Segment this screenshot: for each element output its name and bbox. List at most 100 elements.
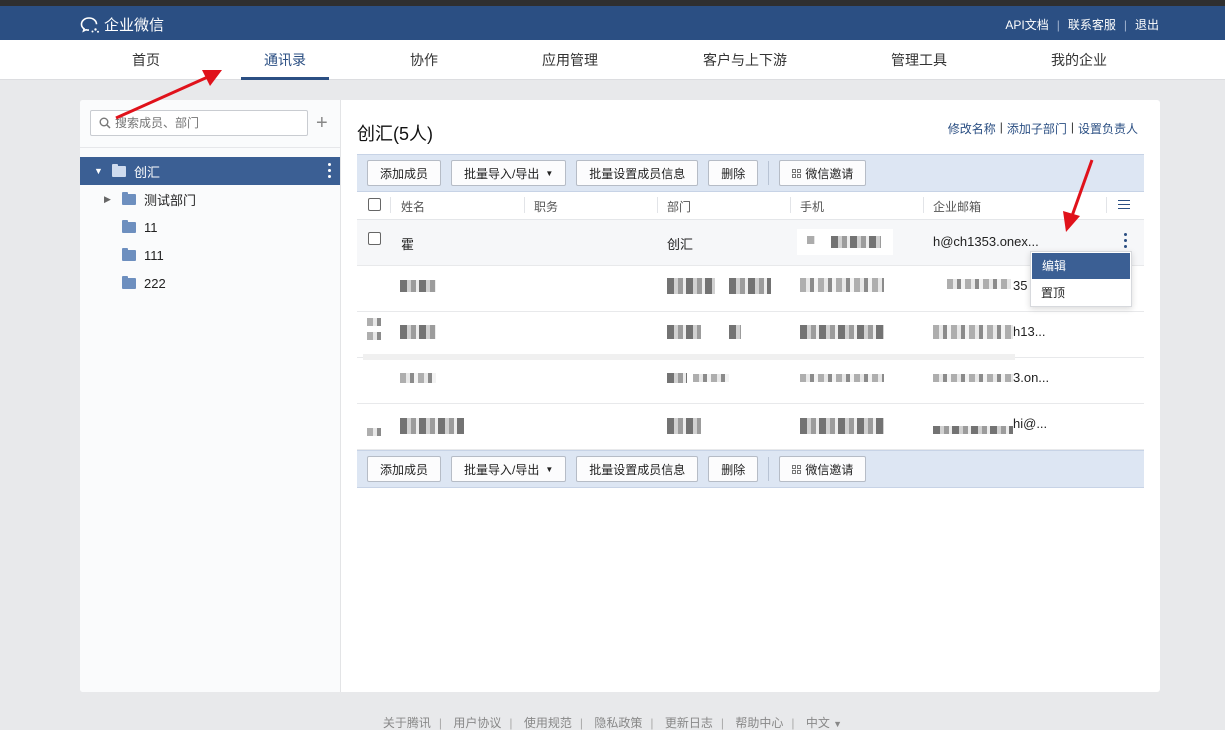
caret-down-icon: ▼ — [545, 168, 554, 178]
wecom-logo-icon — [80, 16, 100, 34]
button-label: 批量导入/导出 — [464, 462, 540, 477]
bulk-import-export-button[interactable]: 批量导入/导出 ▼ — [451, 456, 567, 482]
qr-code-icon — [792, 168, 802, 178]
caret-down-icon[interactable]: ▼ — [94, 166, 106, 176]
more-icon[interactable] — [328, 163, 332, 178]
rename-link[interactable]: 修改名称 — [948, 120, 996, 137]
add-member-button[interactable]: 添加成员 — [367, 456, 442, 482]
folder-icon — [122, 191, 136, 205]
tab-customers[interactable]: 客户与上下游 — [690, 40, 800, 80]
set-manager-link[interactable]: 设置负责人 — [1078, 120, 1138, 137]
table-row[interactable]: hi@... — [357, 404, 1144, 450]
column-divider — [790, 197, 791, 213]
footer-link-user-agreement[interactable]: 用户协议 — [453, 716, 501, 730]
column-header-email[interactable]: 企业邮箱 — [933, 198, 981, 215]
caret-down-icon: ▼ — [833, 719, 843, 729]
blurred-text — [729, 278, 771, 294]
divider: | — [579, 716, 584, 730]
caret-down-icon: ▼ — [545, 464, 554, 474]
language-label: 中文 — [805, 716, 830, 730]
divider — [80, 147, 340, 148]
tab-admin-tools[interactable]: 管理工具 — [870, 40, 968, 80]
column-header-phone[interactable]: 手机 — [800, 198, 824, 215]
add-subdepartment-link[interactable]: 添加子部门 — [1007, 120, 1067, 137]
blurred-text — [667, 418, 701, 434]
footer-link-help[interactable]: 帮助中心 — [735, 716, 783, 730]
blurred-text — [367, 318, 381, 326]
member-email: 35 — [1013, 278, 1028, 293]
delete-button[interactable]: 删除 — [708, 456, 759, 482]
add-member-button[interactable]: 添加成员 — [367, 160, 442, 186]
api-docs-link[interactable]: API文档 — [1005, 16, 1048, 33]
search-box[interactable] — [90, 110, 308, 136]
department-name: 222 — [144, 275, 166, 291]
button-label: 批量导入/导出 — [464, 166, 540, 181]
column-header-department[interactable]: 部门 — [667, 198, 691, 215]
table-row[interactable]: 3.on... — [357, 358, 1144, 404]
qr-code-icon — [792, 464, 802, 474]
caret-right-icon[interactable]: ▶ — [104, 194, 116, 205]
logout-link[interactable]: 退出 — [1135, 16, 1159, 33]
language-selector[interactable]: 中文 ▼ — [806, 716, 842, 730]
divider — [768, 457, 770, 481]
divider: | — [1123, 17, 1127, 32]
brand[interactable]: 企业微信 — [80, 14, 164, 35]
menu-item-pin-top[interactable]: 置顶 — [1031, 280, 1131, 306]
select-all-checkbox[interactable] — [368, 198, 381, 211]
tab-my-enterprise[interactable]: 我的企业 — [1030, 40, 1128, 80]
blurred-text — [667, 278, 715, 294]
footer-link-about[interactable]: 关于腾讯 — [383, 716, 431, 730]
department-name: 测试部门 — [144, 192, 197, 208]
tab-home[interactable]: 首页 — [110, 40, 182, 80]
contact-support-link[interactable]: 联系客服 — [1068, 16, 1116, 33]
tree-item-department[interactable]: ▶ 测试部门 — [104, 185, 196, 213]
delete-button[interactable]: 删除 — [708, 160, 759, 186]
member-name[interactable]: 霍 — [401, 234, 414, 253]
member-email: 3.on... — [1013, 370, 1050, 385]
row-checkbox[interactable] — [368, 232, 381, 245]
divider: | — [650, 716, 654, 730]
row-more-icon[interactable] — [1124, 233, 1128, 248]
department-name: 11 — [144, 219, 158, 235]
tab-contacts[interactable]: 通讯录 — [241, 40, 329, 80]
phone-redacted — [797, 229, 893, 255]
wechat-invite-button[interactable]: 微信邀请 — [779, 160, 867, 186]
main-nav: 首页 通讯录 协作 应用管理 客户与上下游 管理工具 我的企业 — [0, 40, 1225, 80]
footer: 关于腾讯 | 用户协议 | 使用规范 | 隐私政策 | 更新日志 | 帮助中心 | 中文 ▼ — [0, 714, 1225, 730]
menu-item-edit[interactable]: 编辑 — [1032, 253, 1130, 279]
column-divider — [657, 197, 658, 213]
tab-app-management[interactable]: 应用管理 — [520, 40, 620, 80]
column-divider — [390, 197, 391, 213]
folder-icon — [112, 163, 126, 177]
divider: | — [1056, 17, 1060, 32]
search-input[interactable] — [115, 116, 295, 130]
bulk-set-info-button[interactable]: 批量设置成员信息 — [576, 456, 699, 482]
tree-item-department[interactable]: 111 — [122, 241, 164, 269]
column-header-name[interactable]: 姓名 — [401, 198, 425, 215]
blurred-text — [367, 428, 381, 436]
table-row[interactable]: 霍 创汇 h@ch1353.onex... — [357, 220, 1144, 266]
tab-collaboration[interactable]: 协作 — [388, 40, 460, 80]
tree-item-department[interactable]: 222 — [122, 269, 166, 297]
bulk-import-export-button[interactable]: 批量导入/导出 ▼ — [451, 160, 567, 186]
divider: | — [438, 716, 443, 730]
column-settings-icon[interactable] — [1118, 200, 1130, 212]
member-email: h13... — [1013, 324, 1046, 339]
button-label: 微信邀请 — [805, 166, 854, 181]
tree-item-department[interactable]: 11 — [122, 213, 158, 241]
blurred-text — [947, 279, 1011, 289]
folder-icon — [122, 275, 136, 289]
toolbar-bottom: 添加成员 批量导入/导出 ▼ 批量设置成员信息 删除 微信邀请 — [357, 450, 1144, 488]
blurred-text — [693, 374, 729, 382]
table-row[interactable]: 35 — [357, 266, 1144, 312]
column-header-title[interactable]: 职务 — [534, 198, 558, 215]
footer-link-privacy[interactable]: 隐私政策 — [594, 716, 642, 730]
footer-link-usage-rules[interactable]: 使用规范 — [524, 716, 572, 730]
toolbar-top: 添加成员 批量导入/导出 ▼ 批量设置成员信息 删除 微信邀请 — [357, 154, 1144, 192]
bulk-set-info-button[interactable]: 批量设置成员信息 — [576, 160, 699, 186]
table-row[interactable]: h13... — [357, 312, 1144, 360]
tree-root-department[interactable]: ▼ 创汇 — [80, 157, 340, 185]
add-department-button[interactable]: + — [316, 111, 328, 135]
wechat-invite-button[interactable]: 微信邀请 — [779, 456, 867, 482]
footer-link-changelog[interactable]: 更新日志 — [665, 716, 713, 730]
